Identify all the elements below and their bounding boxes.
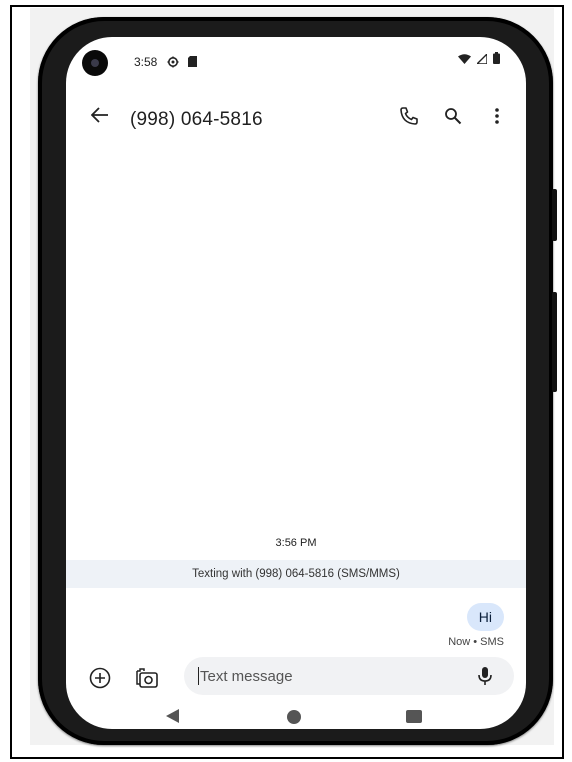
status-time: 3:58 (134, 55, 158, 69)
nav-recents-icon[interactable] (406, 710, 422, 723)
battery-icon (493, 51, 500, 69)
outgoing-message-bubble[interactable]: Hi (466, 603, 504, 631)
microphone-icon[interactable] (474, 665, 496, 687)
volume-button (552, 292, 557, 392)
front-camera (82, 50, 108, 76)
message-status: Now • SMS (448, 636, 504, 648)
nav-back-icon[interactable] (166, 709, 179, 723)
message-input[interactable]: Text message (184, 657, 514, 695)
app-bar-actions (396, 103, 510, 129)
message-composer: Text message (66, 657, 526, 697)
conversation-timestamp: 3:56 PM (275, 537, 317, 549)
phone-body: 3:58 (998) 064-5816 3:56 PM Texting with… (38, 17, 557, 745)
message-input-placeholder: Text message (200, 668, 293, 685)
texting-info-banner: Texting with (998) 064-5816 (SMS/MMS) (66, 560, 526, 588)
conversation-title: (998) 064-5816 (130, 109, 263, 130)
gallery-camera-icon[interactable] (134, 666, 160, 690)
nav-home-icon[interactable] (287, 710, 301, 724)
phone-call-icon[interactable] (396, 103, 422, 129)
app-bar: (998) 064-5816 (66, 97, 526, 145)
settings-status-icon (167, 56, 179, 71)
wifi-icon (458, 51, 471, 69)
status-bar-right (458, 51, 500, 69)
sd-card-icon (188, 56, 198, 70)
phone-screen: 3:58 (998) 064-5816 3:56 PM Texting with… (66, 37, 526, 729)
add-attachment-icon[interactable] (88, 666, 112, 690)
power-button (552, 189, 557, 241)
back-arrow-icon[interactable] (88, 103, 112, 127)
more-options-icon[interactable] (484, 103, 510, 129)
system-nav-bar (66, 703, 526, 729)
text-cursor (198, 667, 199, 685)
status-bar-left: 3:58 (134, 55, 198, 71)
cellular-signal-icon (475, 51, 488, 69)
search-icon[interactable] (440, 103, 466, 129)
